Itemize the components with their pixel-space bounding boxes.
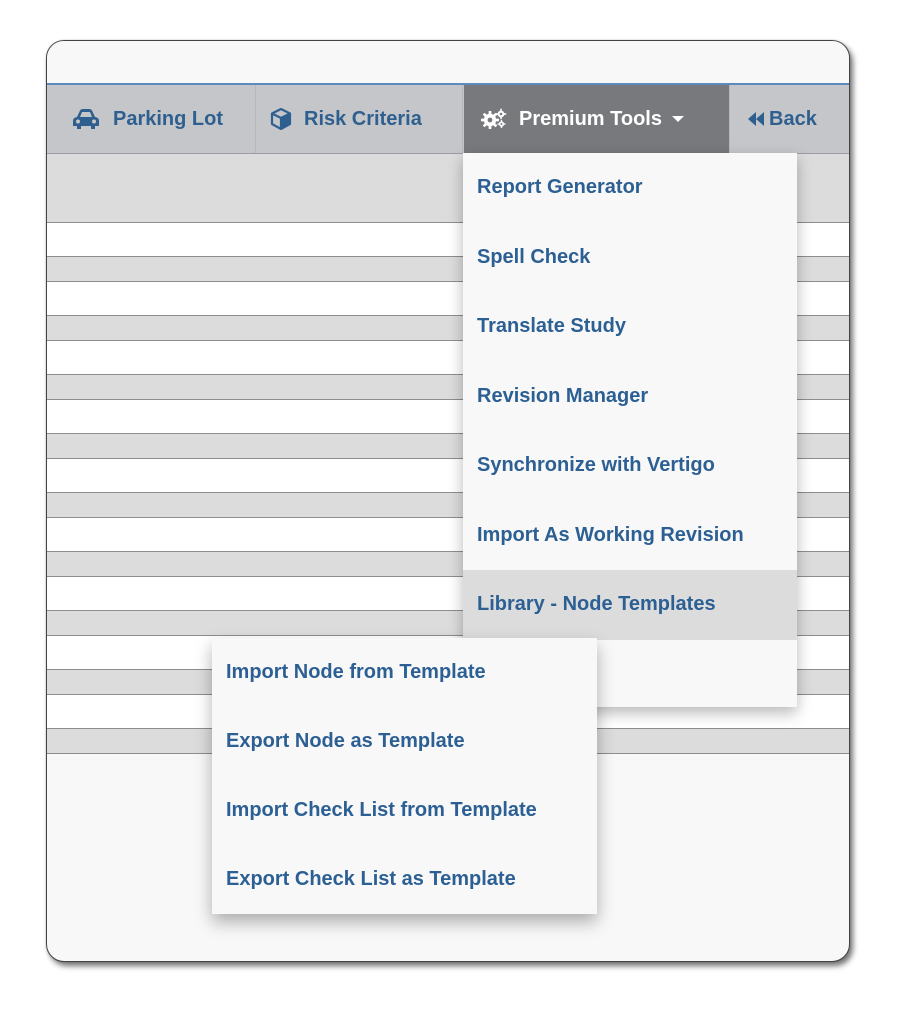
nav-parking-lot[interactable]: Parking Lot bbox=[51, 85, 256, 153]
top-navbar: Parking Lot Risk Criteria Premium Tools … bbox=[47, 85, 849, 154]
nav-premium-tools[interactable]: Premium Tools bbox=[464, 85, 730, 153]
submenu-item-export-node-template[interactable]: Export Node as Template bbox=[212, 707, 597, 776]
menu-item-spell-check[interactable]: Spell Check bbox=[463, 223, 797, 293]
menu-item-synchronize-vertigo[interactable]: Synchronize with Vertigo bbox=[463, 431, 797, 501]
nav-label: Back bbox=[769, 107, 817, 130]
caret-down-icon bbox=[672, 116, 684, 122]
menu-item-import-working-revision[interactable]: Import As Working Revision bbox=[463, 501, 797, 571]
double-left-arrow-icon bbox=[747, 111, 765, 127]
submenu-item-export-checklist-template[interactable]: Export Check List as Template bbox=[212, 845, 597, 914]
menu-item-library-node-templates[interactable]: Library - Node Templates bbox=[463, 570, 797, 640]
menu-item-translate-study[interactable]: Translate Study bbox=[463, 292, 797, 362]
submenu-item-import-node-template[interactable]: Import Node from Template bbox=[212, 638, 597, 707]
submenu-item-import-checklist-template[interactable]: Import Check List from Template bbox=[212, 776, 597, 845]
menu-item-revision-manager[interactable]: Revision Manager bbox=[463, 362, 797, 432]
cube-icon bbox=[270, 108, 292, 130]
car-icon bbox=[71, 108, 101, 130]
nav-back[interactable]: Back bbox=[730, 85, 849, 153]
library-node-templates-submenu: Import Node from Template Export Node as… bbox=[212, 638, 597, 914]
nav-label: Parking Lot bbox=[113, 107, 224, 130]
window-top-bar bbox=[47, 41, 849, 85]
menu-item-report-generator[interactable]: Report Generator bbox=[463, 153, 797, 223]
nav-risk-criteria[interactable]: Risk Criteria bbox=[256, 85, 463, 153]
nav-label: Premium Tools bbox=[519, 107, 662, 130]
premium-tools-dropdown: Report Generator Spell Check Translate S… bbox=[463, 153, 797, 707]
gears-icon bbox=[481, 108, 507, 130]
nav-label: Risk Criteria bbox=[304, 107, 422, 130]
